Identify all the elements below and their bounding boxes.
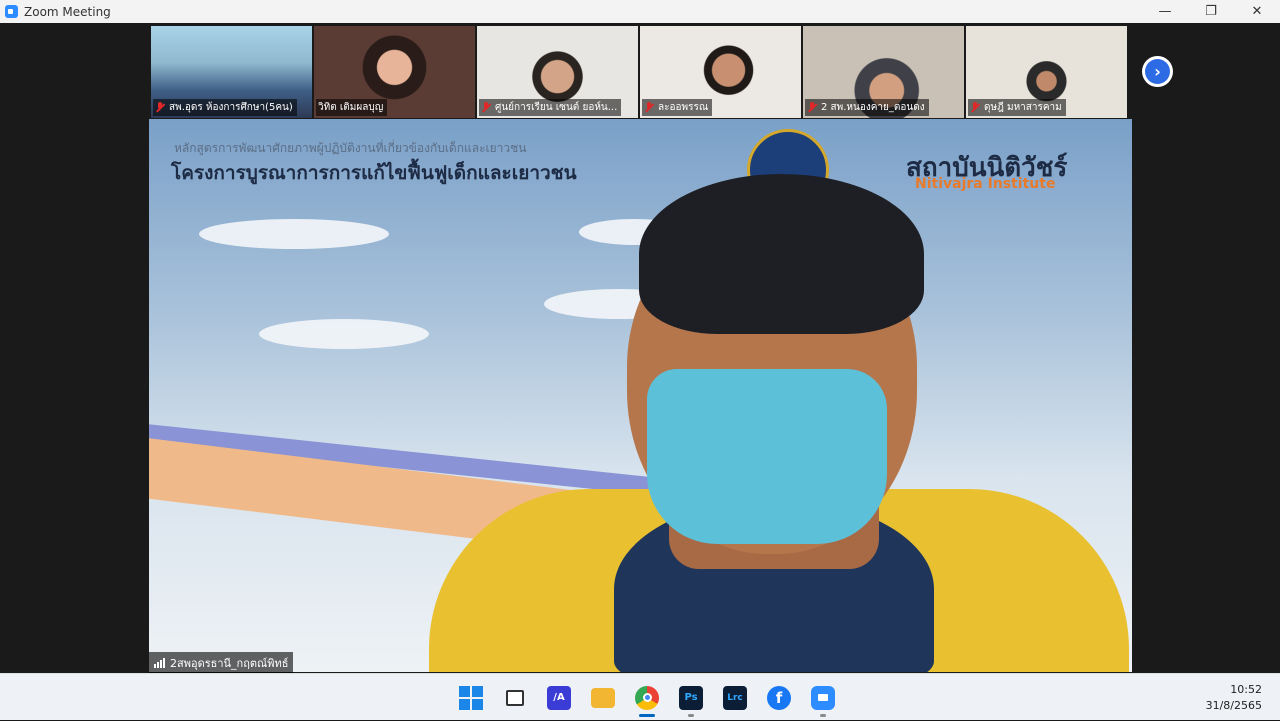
chevron-right-icon: › bbox=[1145, 59, 1170, 84]
close-button[interactable]: ✕ bbox=[1234, 0, 1280, 23]
active-app-indicator bbox=[639, 713, 655, 717]
running-app-indicator bbox=[820, 713, 826, 717]
taskbar-zoom[interactable] bbox=[801, 678, 845, 718]
participant-name-label: วิทิต เติมผลบุญ bbox=[316, 99, 388, 116]
active-speaker-video[interactable]: หลักสูตรการพัฒนาศักยภาพผู้ปฏิบัติงานที่เ… bbox=[149, 119, 1132, 672]
window-titlebar: Zoom Meeting — ❐ ✕ bbox=[0, 0, 1280, 23]
taskbar-chrome[interactable] bbox=[625, 678, 669, 718]
mic-muted-icon bbox=[970, 102, 980, 113]
gallery-next-button[interactable]: › bbox=[1142, 56, 1173, 87]
task-view-button[interactable] bbox=[493, 678, 537, 718]
signal-strength-icon bbox=[154, 658, 165, 668]
participant-name-label: ละออพรรณ bbox=[642, 99, 713, 116]
background-cloud bbox=[199, 219, 389, 249]
app-icon: /A bbox=[547, 685, 571, 710]
photoshop-icon: Ps bbox=[679, 685, 703, 710]
participant-tile[interactable]: ดุษฎี มหาสารคาม bbox=[966, 26, 1127, 118]
taskbar-app-ai[interactable]: /A bbox=[537, 678, 581, 718]
facebook-icon: f bbox=[767, 685, 791, 710]
maximize-button[interactable]: ❐ bbox=[1188, 0, 1234, 23]
participant-tile[interactable]: สพ.อุดร ห้องการศึกษา(5คน) bbox=[151, 26, 312, 118]
lightroom-icon: Lrc bbox=[723, 685, 747, 710]
slide-subtitle: หลักสูตรการพัฒนาศักยภาพผู้ปฏิบัติงานที่เ… bbox=[174, 141, 527, 155]
participant-name-label: 2 สพ.หนองคาย_ตอนดง bbox=[805, 99, 929, 116]
zoom-app-icon bbox=[5, 5, 18, 18]
window-controls: — ❐ ✕ bbox=[1142, 0, 1280, 23]
mic-muted-icon bbox=[155, 102, 165, 113]
clock-date: 31/8/2565 bbox=[1205, 699, 1262, 712]
slide-title: โครงการบูรณาการการแก้ไขฟื้นฟูเด็กและเยาว… bbox=[171, 162, 577, 184]
mic-muted-icon bbox=[481, 102, 491, 113]
task-view-icon bbox=[506, 689, 524, 706]
window-title: Zoom Meeting bbox=[24, 4, 111, 19]
system-clock[interactable]: 10:52 31/8/2565 bbox=[1206, 682, 1262, 714]
participant-tile[interactable]: ศูนย์การเรียน เซนต์ ยอห์น... bbox=[477, 26, 638, 118]
participant-gallery: สพ.อุดร ห้องการศึกษา(5คน) วิทิต เติมผลบุ… bbox=[151, 26, 1127, 118]
participant-tile[interactable]: ละออพรรณ bbox=[640, 26, 801, 118]
start-button[interactable] bbox=[449, 678, 493, 718]
clock-time: 10:52 bbox=[1230, 683, 1262, 696]
taskbar-apps: /A Ps Lrc f bbox=[449, 674, 845, 721]
windows-logo-icon bbox=[459, 685, 483, 710]
speaker-hair bbox=[639, 174, 924, 334]
participant-name-label: สพ.อุดร ห้องการศึกษา(5คน) bbox=[153, 99, 297, 116]
mic-muted-icon bbox=[644, 102, 654, 113]
minimize-button[interactable]: — bbox=[1142, 0, 1188, 23]
windows-taskbar: /A Ps Lrc f 10:52 31/8/2565 bbox=[0, 673, 1280, 720]
taskbar-photoshop[interactable]: Ps bbox=[669, 678, 713, 718]
folder-icon bbox=[591, 687, 615, 708]
taskbar-file-explorer[interactable] bbox=[581, 678, 625, 718]
speaker-face-mask bbox=[647, 369, 887, 544]
participant-name-label: ศูนย์การเรียน เซนต์ ยอห์น... bbox=[479, 99, 622, 116]
mic-muted-icon bbox=[807, 102, 817, 113]
chrome-icon bbox=[635, 685, 659, 710]
active-speaker-name: 2สพอุดรธานี_กฤตณ์พิทธ์ bbox=[170, 657, 289, 670]
participant-name-label: ดุษฎี มหาสารคาม bbox=[968, 99, 1066, 116]
participant-tile[interactable]: 2 สพ.หนองคาย_ตอนดง bbox=[803, 26, 964, 118]
participant-tile[interactable]: วิทิต เติมผลบุญ bbox=[314, 26, 475, 118]
taskbar-lightroom[interactable]: Lrc bbox=[713, 678, 757, 718]
zoom-icon bbox=[811, 685, 835, 710]
running-app-indicator bbox=[688, 713, 694, 717]
meeting-area: สพ.อุดร ห้องการศึกษา(5คน) วิทิต เติมผลบุ… bbox=[0, 23, 1280, 674]
institute-logo-english: Nitivajra Institute bbox=[915, 176, 1056, 192]
taskbar-facebook[interactable]: f bbox=[757, 678, 801, 718]
active-speaker-name-tag: 2สพอุดรธานี_กฤตณ์พิทธ์ bbox=[149, 652, 294, 674]
background-cloud bbox=[259, 319, 429, 349]
